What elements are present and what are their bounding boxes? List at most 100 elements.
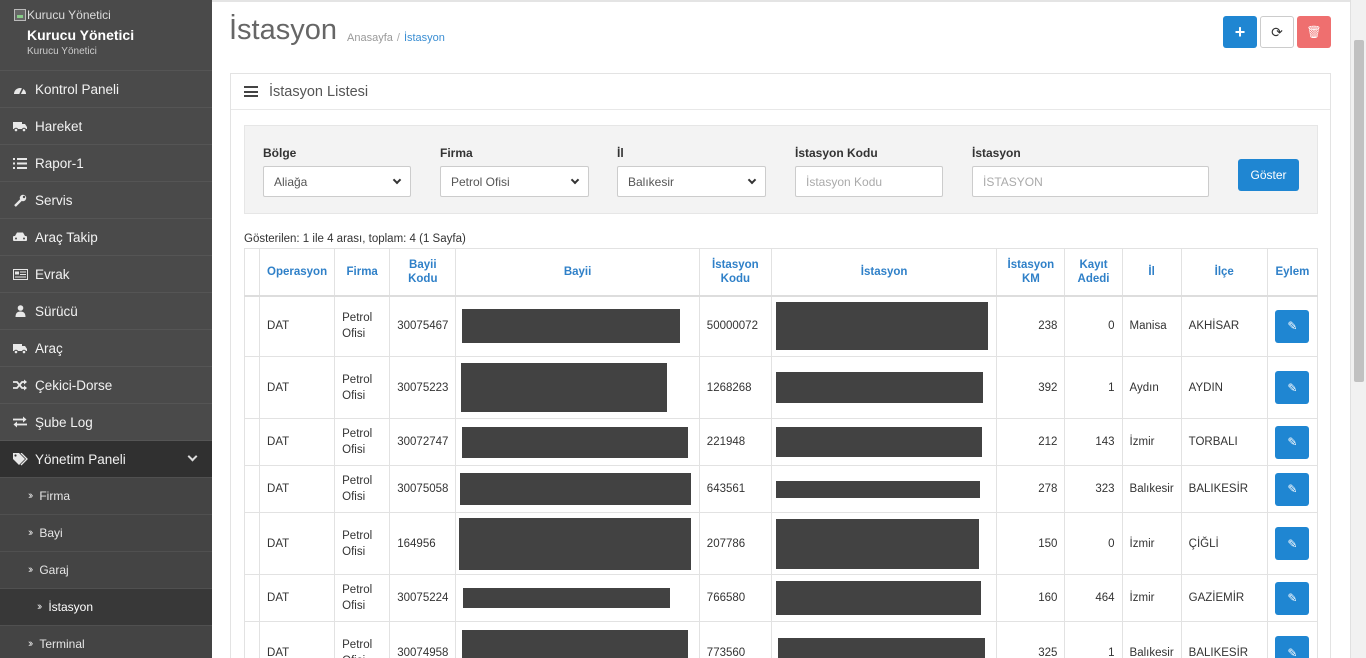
add-button[interactable]: + xyxy=(1223,16,1257,48)
sidebar-item-label: Sürücü xyxy=(35,303,78,319)
redacted-block xyxy=(777,637,985,658)
cell-eylem: ✎ xyxy=(1266,295,1319,357)
istasyon-kodu-input[interactable]: İstasyon Kodu xyxy=(795,166,943,197)
list-icon xyxy=(12,156,28,170)
delete-button[interactable]: 🗑 xyxy=(1297,16,1331,48)
cell-bayii-kodu: 30075224 xyxy=(389,574,457,622)
scrollbar-thumb[interactable] xyxy=(1354,40,1364,382)
edit-button[interactable]: ✎ xyxy=(1275,581,1310,615)
breadcrumb: Anasayfa / İstasyon xyxy=(347,32,445,44)
broken-image-icon xyxy=(14,9,26,21)
cell-il: İzmir xyxy=(1121,512,1182,575)
redacted-block xyxy=(462,629,689,658)
redacted-block xyxy=(775,581,981,615)
edit-button[interactable]: ✎ xyxy=(1275,636,1310,658)
sidebar-subitem-garaj[interactable]: ›› Garaj xyxy=(0,551,212,588)
list-icon xyxy=(244,86,258,97)
redacted-block xyxy=(775,427,982,457)
sidebar-item-rapor-1[interactable]: Rapor-1 xyxy=(0,144,212,181)
cell-istasyon xyxy=(770,621,998,658)
sidebar-item-arac[interactable]: Araç xyxy=(0,329,212,366)
column-header-bayii-kodu[interactable]: Bayii Kodu xyxy=(389,248,457,297)
cell-il: İzmir xyxy=(1121,418,1182,466)
sidebar: Kurucu Yönetici Kurucu Yönetici Kurucu Y… xyxy=(0,0,212,658)
sidebar-item-label: Çekici-Dorse xyxy=(35,377,113,393)
table-header-row: Operasyon Firma Bayii Kodu Bayii İstasyo… xyxy=(243,248,1319,297)
cell-kayit-adedi: 1 xyxy=(1064,621,1123,658)
column-header-bayii[interactable]: Bayii xyxy=(455,248,700,297)
truck-icon xyxy=(12,119,28,133)
table-row: DAT Petrol Ofisi 30075467 50000072 238 0… xyxy=(243,295,1319,357)
edit-button[interactable]: ✎ xyxy=(1275,527,1310,560)
cell-firma: Petrol Ofisi xyxy=(334,621,391,658)
sidebar-subitem-istasyon[interactable]: ›› İstasyon xyxy=(0,588,212,625)
column-header-istasyon[interactable]: İstasyon xyxy=(770,248,998,297)
cell-firma: Petrol Ofisi xyxy=(334,512,391,575)
table-row: DAT Petrol Ofisi 30075058 643561 278 323… xyxy=(243,465,1319,513)
wrench-icon xyxy=(12,193,28,207)
column-header-ilce[interactable]: İlçe xyxy=(1180,248,1268,297)
cell-istasyon-km: 212 xyxy=(996,418,1066,466)
column-header-il[interactable]: İl xyxy=(1121,248,1182,297)
edit-button[interactable]: ✎ xyxy=(1275,371,1310,404)
column-header-kayit-adedi[interactable]: Kayıt Adedi xyxy=(1064,248,1123,297)
istasyon-input[interactable]: İSTASYON xyxy=(972,166,1209,197)
column-header-operasyon[interactable]: Operasyon xyxy=(259,248,336,297)
sidebar-item-label: Evrak xyxy=(35,266,70,282)
column-header-istasyon-km[interactable]: İstasyon KM xyxy=(996,248,1066,297)
refresh-button[interactable]: ⟳ xyxy=(1260,16,1294,48)
goster-button[interactable]: Göster xyxy=(1238,159,1299,191)
panel-header: İstasyon Listesi xyxy=(231,74,1330,110)
edit-button[interactable]: ✎ xyxy=(1275,425,1310,459)
cell-operasyon: DAT xyxy=(259,356,336,419)
sidebar-item-label: Hareket xyxy=(35,118,83,134)
cell-istasyon-kodu: 643561 xyxy=(698,465,772,513)
edit-button[interactable]: ✎ xyxy=(1275,472,1310,506)
il-select[interactable]: Balıkesir xyxy=(617,166,766,197)
breadcrumb-current: İstasyon xyxy=(403,32,445,44)
cell-il: Balıkesir xyxy=(1121,621,1182,658)
cell-istasyon xyxy=(770,418,998,466)
sidebar-item-cekici-dorse[interactable]: Çekici-Dorse xyxy=(0,366,212,403)
sidebar-item-arac-takip[interactable]: Araç Takip xyxy=(0,218,212,255)
filter-bolge: Bölge Aliağa xyxy=(263,146,411,197)
double-chevron-icon: ›› xyxy=(28,490,34,502)
pencil-icon: ✎ xyxy=(1287,482,1298,496)
station-table: Operasyon Firma Bayii Kodu Bayii İstasyo… xyxy=(243,248,1319,658)
sidebar-item-servis[interactable]: Servis xyxy=(0,181,212,218)
cell-operasyon: DAT xyxy=(259,465,336,513)
column-header-firma[interactable]: Firma xyxy=(334,248,391,297)
breadcrumb-home[interactable]: Anasayfa xyxy=(347,32,393,44)
column-header-istasyon-kodu[interactable]: İstasyon Kodu xyxy=(698,248,772,297)
truck-icon xyxy=(12,341,28,355)
sidebar-item-yonetim-paneli[interactable]: Yönetim Paneli xyxy=(0,440,212,477)
cell-istasyon xyxy=(770,512,998,575)
cell-operasyon: DAT xyxy=(259,512,336,575)
page-scrollbar[interactable] xyxy=(1350,0,1366,658)
firma-select[interactable]: Petrol Ofisi xyxy=(440,166,589,197)
breadcrumb-separator: / xyxy=(396,32,400,44)
table-row: DAT Petrol Ofisi 30075223 1268268 392 1 … xyxy=(243,356,1319,419)
bolge-select[interactable]: Aliağa xyxy=(263,166,411,197)
sidebar-item-surucu[interactable]: Sürücü xyxy=(0,292,212,329)
cell-istasyon-km: 238 xyxy=(996,295,1066,357)
sidebar-item-evrak[interactable]: Evrak xyxy=(0,255,212,292)
cell-il: Manisa xyxy=(1121,295,1182,357)
filter-istasyon-kodu: İstasyon Kodu İstasyon Kodu xyxy=(795,146,943,197)
sidebar-subitem-firma[interactable]: ›› Firma xyxy=(0,477,212,514)
sidebar-item-label: Araç Takip xyxy=(35,229,98,245)
select-value: Aliağa xyxy=(274,174,308,189)
sidebar-subitem-label: Firma xyxy=(39,489,70,503)
sidebar-item-hareket[interactable]: Hareket xyxy=(0,107,212,144)
filter-label: Bölge xyxy=(263,146,297,160)
double-chevron-icon: ›› xyxy=(28,638,34,650)
sidebar-subitem-bayi[interactable]: ›› Bayi xyxy=(0,514,212,551)
sidebar-subitem-terminal[interactable]: ›› Terminal xyxy=(0,625,212,658)
cell-ilce: BALIKESİR xyxy=(1180,621,1268,658)
edit-button[interactable]: ✎ xyxy=(1275,309,1310,343)
document-icon xyxy=(12,267,28,281)
sidebar-item-sube-log[interactable]: Şube Log xyxy=(0,403,212,440)
redacted-block xyxy=(775,302,988,351)
redacted-block xyxy=(461,363,668,412)
sidebar-item-kontrol-paneli[interactable]: Kontrol Paneli xyxy=(0,70,212,107)
